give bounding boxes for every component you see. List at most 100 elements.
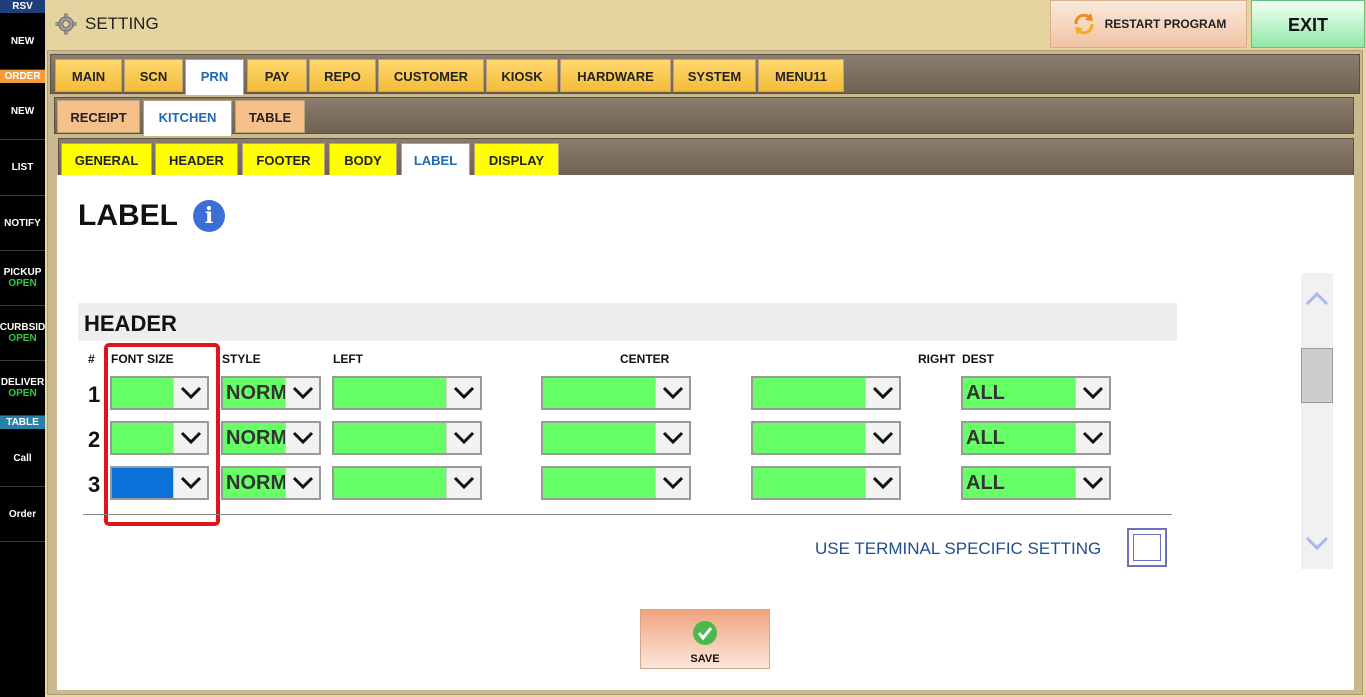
center-dropdown[interactable] [541, 376, 691, 410]
dest-dropdown[interactable]: ALL [961, 421, 1111, 455]
terminal-specific-setting-label: USE TERMINAL SPECIFIC SETTING [815, 539, 1102, 558]
tab-customer[interactable]: CUSTOMER [378, 59, 484, 92]
column-header-center: CENTER [620, 352, 670, 366]
chevron-down-icon[interactable] [655, 378, 689, 408]
style-value: NORMAL [223, 423, 285, 453]
restart-program-label: RESTART PROGRAM [1104, 17, 1227, 31]
chevron-down-icon[interactable] [865, 378, 899, 408]
tab-prn[interactable]: PRN [185, 59, 244, 95]
left-value [334, 378, 446, 408]
right-dropdown[interactable] [751, 466, 901, 500]
sidebar-item-label: LIST [11, 162, 34, 173]
tab-general[interactable]: GENERAL [61, 143, 152, 176]
sidebar-item-notify[interactable]: NOTIFY [0, 196, 45, 251]
tab-display[interactable]: DISPLAY [474, 143, 559, 176]
right-dropdown[interactable] [751, 376, 901, 410]
chevron-down-icon[interactable] [285, 378, 319, 408]
chevron-down-icon[interactable] [285, 423, 319, 453]
center-dropdown[interactable] [541, 421, 691, 455]
tab-kitchen[interactable]: KITCHEN [143, 100, 232, 136]
dest-dropdown[interactable]: ALL [961, 376, 1111, 410]
top-bar: SETTING RESTART PROGRAM EXIT [45, 0, 1366, 50]
kitchen-tab-bar: GENERAL HEADER FOOTER BODY LABEL DISPLAY [58, 138, 1354, 179]
column-header-right: RIGHT [918, 352, 956, 366]
scroll-up-icon[interactable] [1304, 285, 1330, 311]
chevron-down-icon[interactable] [655, 423, 689, 453]
chevron-down-icon[interactable] [1075, 378, 1109, 408]
tab-hardware[interactable]: HARDWARE [560, 59, 671, 92]
chevron-down-icon[interactable] [655, 468, 689, 498]
sidebar-item-label: PICKUP [3, 267, 42, 278]
tab-footer[interactable]: FOOTER [242, 143, 325, 176]
tab-scn[interactable]: SCN [124, 59, 183, 92]
main-tab-bar: MAIN SCN PRN PAY REPO CUSTOMER KIOSK HAR… [50, 54, 1360, 95]
chevron-down-icon[interactable] [1075, 468, 1109, 498]
chevron-down-icon[interactable] [446, 468, 480, 498]
dest-dropdown[interactable]: ALL [961, 466, 1111, 500]
right-dropdown[interactable] [751, 421, 901, 455]
style-value: NORMAL [223, 378, 285, 408]
sidebar-item-pickup[interactable]: PICKUP OPEN [0, 251, 45, 306]
sidebar-item-list[interactable]: LIST [0, 140, 45, 196]
label-settings-panel: LABEL i HEADER # FONT SIZE STYLE LEFT CE… [57, 175, 1354, 690]
style-dropdown[interactable]: NORMAL [221, 466, 321, 500]
tab-label[interactable]: LABEL [401, 143, 470, 179]
chevron-down-icon[interactable] [446, 423, 480, 453]
tab-main[interactable]: MAIN [55, 59, 122, 92]
sidebar-item-curbside[interactable]: CURBSID OPEN [0, 306, 45, 361]
center-dropdown[interactable] [541, 466, 691, 500]
center-value [543, 423, 655, 453]
right-value [753, 423, 865, 453]
sidebar-item-status: OPEN [8, 388, 37, 399]
sidebar-item-delivery[interactable]: DELIVER OPEN [0, 361, 45, 416]
chevron-down-icon[interactable] [865, 423, 899, 453]
tab-header[interactable]: HEADER [155, 143, 238, 176]
tab-menu11[interactable]: MENU11 [758, 59, 844, 92]
save-button[interactable]: SAVE [640, 609, 770, 669]
tab-table[interactable]: TABLE [235, 100, 305, 133]
style-dropdown[interactable]: NORMAL [221, 376, 321, 410]
right-value [753, 468, 865, 498]
tab-body[interactable]: BODY [329, 143, 397, 176]
tab-pay[interactable]: PAY [247, 59, 307, 92]
badge-order: ORDER [0, 70, 45, 83]
left-dropdown[interactable] [332, 466, 482, 500]
left-value [334, 423, 446, 453]
tab-receipt[interactable]: RECEIPT [57, 100, 140, 133]
exit-button[interactable]: EXIT [1251, 0, 1365, 48]
column-header-style: STYLE [222, 352, 261, 366]
chevron-down-icon[interactable] [285, 468, 319, 498]
scroll-down-icon[interactable] [1304, 531, 1330, 557]
chevron-down-icon[interactable] [865, 468, 899, 498]
column-header-dest: DEST [962, 352, 995, 366]
info-icon[interactable]: i [193, 200, 225, 232]
sidebar-item-order-new[interactable]: NEW [0, 84, 45, 140]
badge-table: TABLE [0, 416, 45, 429]
left-value [334, 468, 446, 498]
left-dropdown[interactable] [332, 421, 482, 455]
scrollbar-thumb[interactable] [1301, 348, 1333, 403]
refresh-arrows-icon [1074, 13, 1094, 35]
dest-value: ALL [963, 423, 1075, 453]
tab-repo[interactable]: REPO [309, 59, 376, 92]
sidebar-item-rsv-new[interactable]: NEW [0, 14, 45, 70]
font-size-highlight-box [104, 343, 220, 526]
left-dropdown[interactable] [332, 376, 482, 410]
section-title: LABEL [78, 199, 178, 232]
restart-program-button[interactable]: RESTART PROGRAM [1050, 0, 1247, 48]
chevron-down-icon[interactable] [446, 378, 480, 408]
save-label: SAVE [690, 653, 720, 665]
tab-kiosk[interactable]: KIOSK [486, 59, 558, 92]
tab-system[interactable]: SYSTEM [673, 59, 756, 92]
center-value [543, 378, 655, 408]
sidebar-item-label: NEW [10, 106, 35, 117]
sidebar-item-call[interactable]: Call [0, 430, 45, 487]
vertical-scrollbar[interactable] [1301, 273, 1333, 569]
terminal-specific-setting-checkbox[interactable] [1127, 528, 1167, 567]
row-number: 3 [88, 472, 101, 497]
header-section-band: HEADER [78, 303, 1177, 341]
sidebar-item-order[interactable]: Order [0, 487, 45, 542]
chevron-down-icon[interactable] [1075, 423, 1109, 453]
center-value [543, 468, 655, 498]
style-dropdown[interactable]: NORMAL [221, 421, 321, 455]
